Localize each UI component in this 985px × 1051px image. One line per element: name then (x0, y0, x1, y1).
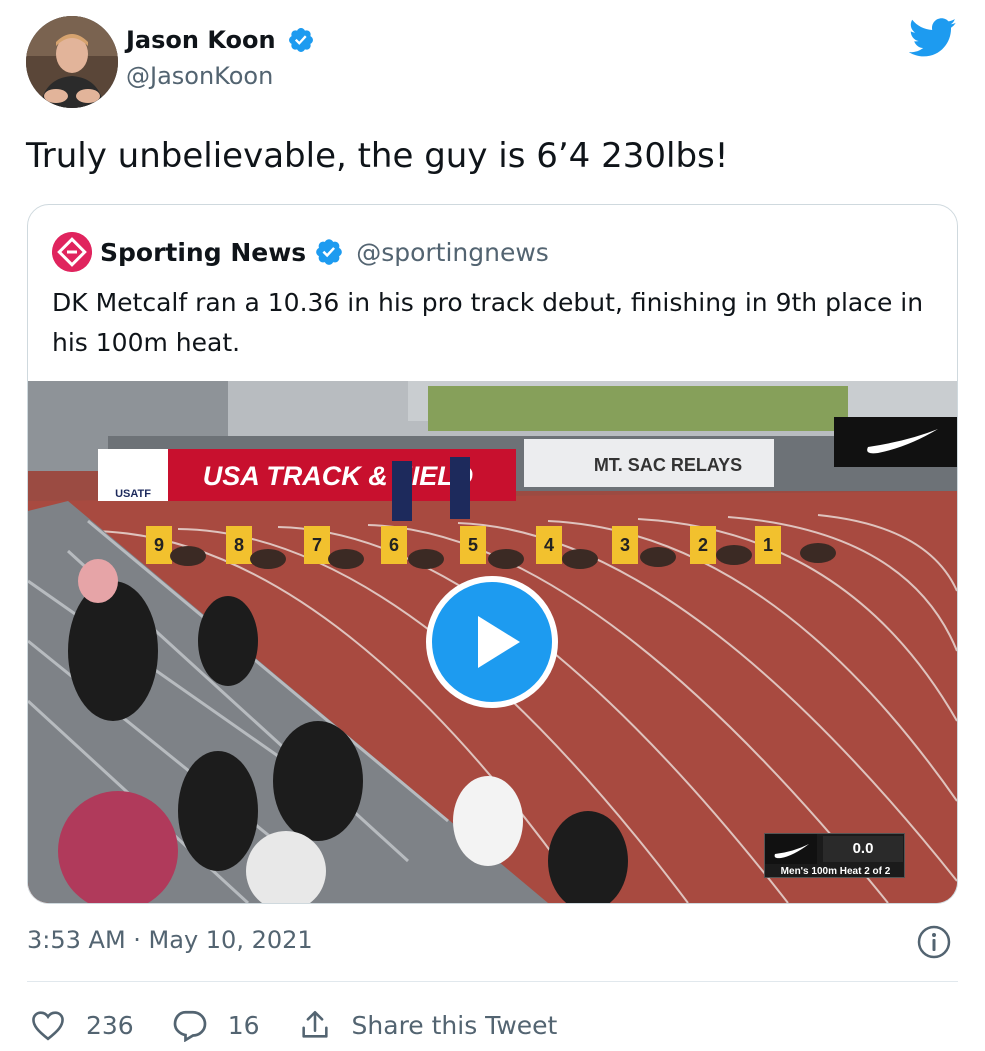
quoted-tweet-header: Sporting News @sportingnews (52, 232, 549, 272)
svg-text:9: 9 (154, 535, 164, 555)
sporting-news-logo-icon (52, 232, 92, 272)
share-button[interactable]: Share this Tweet (298, 1008, 558, 1042)
tweet-timestamp[interactable]: 3:53 AM · May 10, 2021 (27, 926, 313, 954)
svg-text:2: 2 (698, 535, 708, 555)
quoted-author-handle[interactable]: @sportingnews (356, 238, 549, 267)
author-name[interactable]: Jason Koon (126, 26, 276, 54)
scoreboard-caption: Men's 100m Heat 2 of 2 (780, 866, 891, 877)
reply-bubble-icon (173, 1010, 207, 1042)
svg-text:7: 7 (312, 535, 322, 555)
svg-text:4: 4 (544, 535, 554, 555)
svg-text:USA TRACK & FIELD: USA TRACK & FIELD (203, 461, 474, 491)
verified-badge-icon (288, 28, 313, 52)
quoted-tweet-text: DK Metcalf ran a 10.36 in his pro track … (52, 288, 924, 357)
like-button[interactable]: 236 (30, 1009, 134, 1041)
race-scoreboard: 0.0 Men's 100m Heat 2 of 2 (764, 833, 905, 878)
author-avatar[interactable] (26, 16, 118, 108)
info-icon[interactable] (916, 924, 952, 960)
svg-text:MT. SAC RELAYS: MT. SAC RELAYS (594, 455, 742, 475)
reply-count: 16 (227, 1010, 260, 1040)
svg-text:5: 5 (468, 535, 478, 555)
share-label: Share this Tweet (351, 1010, 558, 1040)
twitter-bird-icon[interactable] (909, 18, 957, 58)
tweet-author: Jason Koon @JasonKoon (126, 26, 315, 90)
scoreboard-time: 0.0 (823, 836, 903, 862)
quoted-tweet-card[interactable]: Sporting News @sportingnews DK Metcalf r… (27, 204, 958, 904)
quoted-author-name[interactable]: Sporting News (100, 238, 306, 267)
share-icon (301, 1010, 328, 1038)
verified-badge-icon (316, 239, 342, 265)
video-thumbnail[interactable]: USATF USA TRACK & FIELD MT. SAC RELAYS 9… (28, 381, 957, 903)
author-handle[interactable]: @JasonKoon (126, 62, 315, 90)
reply-button[interactable]: 16 (172, 1008, 260, 1042)
svg-text:8: 8 (234, 535, 244, 555)
svg-text:3: 3 (620, 535, 630, 555)
svg-text:6: 6 (389, 535, 399, 555)
tweet-text: Truly unbelievable, the guy is 6’4 230lb… (26, 136, 729, 176)
nike-swoosh-icon (765, 834, 817, 864)
play-icon (478, 616, 520, 668)
like-count: 236 (86, 1010, 134, 1040)
play-button[interactable] (426, 576, 558, 708)
svg-text:1: 1 (763, 535, 773, 555)
divider (27, 981, 958, 982)
heart-icon (32, 1011, 64, 1041)
tweet-actions: 236 16 Share this Tweet (30, 1004, 595, 1046)
svg-text:USATF: USATF (115, 488, 151, 500)
